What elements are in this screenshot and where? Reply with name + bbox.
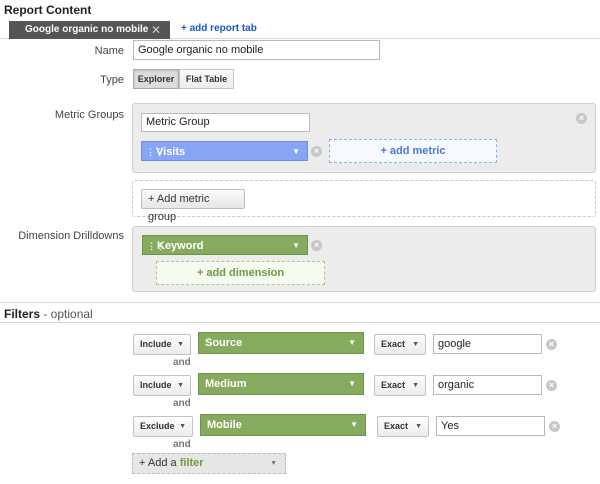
filters-optional-label: - optional (40, 307, 93, 321)
tab-active-report[interactable]: Google organic no mobile ✕ (9, 21, 170, 39)
filter-match-value: Exact (381, 380, 406, 390)
filter-match-value: Exact (384, 421, 409, 431)
name-label: Name (94, 45, 124, 57)
add-dimension-button[interactable]: + add dimension (156, 261, 325, 285)
tab-label: Google organic no mobile (25, 24, 149, 35)
section-title: Report Content (4, 3, 92, 17)
and-label: and (173, 398, 191, 409)
filter-dimension-dropdown[interactable]: Source ▼ (198, 332, 364, 354)
caret-down-icon: ▼ (350, 420, 358, 429)
name-field[interactable]: Google organic no mobile (133, 40, 380, 60)
filter-mode-value: Include (140, 339, 172, 349)
caret-down-icon: ▼ (415, 423, 422, 430)
caret-down-icon: ▼ (412, 341, 419, 348)
add-filter-dropdown[interactable]: + Add a filter ▼ (132, 453, 286, 474)
caret-down-icon: ▼ (179, 423, 186, 430)
dimension-panel: ⋮⋮Keyword ▼ × + add dimension (132, 226, 596, 292)
filter-dimension-value: Mobile (207, 419, 242, 431)
type-flat-table-button[interactable]: Flat Table (179, 69, 234, 89)
add-metric-button[interactable]: + add metric (329, 139, 497, 163)
remove-circle-icon[interactable]: × (549, 421, 560, 432)
type-explorer-button[interactable]: Explorer (133, 69, 179, 89)
caret-down-icon[interactable]: ▼ (292, 236, 300, 256)
filters-title: Filters - optional (4, 307, 93, 321)
filter-value-field[interactable]: Yes (436, 416, 545, 436)
metric-group-panel: Metric Group × ⋮⋮Visits ▼ × + add metric (132, 103, 596, 173)
caret-down-icon: ▼ (177, 382, 184, 389)
dimension-pill-label: Keyword (157, 240, 204, 252)
add-filter-word: filter (179, 457, 204, 469)
caret-down-icon[interactable]: ▼ (292, 142, 300, 162)
metric-pill-visits[interactable]: ⋮⋮Visits ▼ (141, 141, 308, 161)
filter-value-field[interactable]: google (433, 334, 542, 354)
add-metric-group-button[interactable]: + Add metric group (141, 189, 245, 223)
filter-value-field[interactable]: organic (433, 375, 542, 395)
filter-match-dropdown[interactable]: Exact ▼ (377, 416, 429, 437)
filter-mode-dropdown[interactable]: Include ▼ (133, 334, 191, 355)
filters-heading: Filters (4, 307, 41, 321)
drag-handle-icon[interactable]: ⋮⋮ (146, 142, 164, 162)
and-label: and (173, 357, 191, 368)
filter-dimension-dropdown[interactable]: Medium ▼ (198, 373, 364, 395)
divider (0, 302, 600, 303)
filter-mode-value: Include (140, 380, 172, 390)
filter-dimension-dropdown[interactable]: Mobile ▼ (200, 414, 366, 436)
filter-dimension-value: Source (205, 337, 243, 349)
remove-circle-icon[interactable]: × (546, 339, 557, 350)
caret-down-icon: ▼ (348, 338, 356, 347)
filter-match-dropdown[interactable]: Exact ▼ (374, 375, 426, 396)
add-metric-group-area: + Add metric group (132, 180, 596, 223)
drag-handle-icon[interactable]: ⋮⋮ (147, 236, 165, 256)
remove-circle-icon[interactable]: × (311, 146, 322, 157)
metric-group-name-field[interactable]: Metric Group (141, 113, 310, 132)
filter-dimension-value: Medium (205, 378, 247, 390)
remove-circle-icon[interactable]: × (576, 113, 587, 124)
filter-mode-dropdown[interactable]: Include ▼ (133, 375, 191, 396)
filter-match-value: Exact (381, 339, 406, 349)
divider (0, 322, 600, 323)
add-report-tab-link[interactable]: + add report tab (181, 23, 257, 34)
metric-groups-label: Metric Groups (54, 109, 124, 121)
caret-down-icon: ▼ (412, 382, 419, 389)
type-label: Type (100, 74, 124, 86)
filter-mode-dropdown[interactable]: Exclude ▼ (133, 416, 193, 437)
caret-down-icon: ▼ (270, 460, 277, 467)
close-icon[interactable]: ✕ (151, 21, 161, 39)
filter-match-dropdown[interactable]: Exact ▼ (374, 334, 426, 355)
dimension-pill-keyword[interactable]: ⋮⋮Keyword ▼ (142, 235, 308, 255)
caret-down-icon: ▼ (348, 379, 356, 388)
filter-mode-value: Exclude (140, 421, 175, 431)
dimension-drilldowns-label: Dimension Drilldowns (18, 230, 124, 242)
metric-pill-label: Visits (156, 146, 186, 158)
and-label: and (173, 439, 191, 450)
add-filter-prefix: + Add a (139, 457, 180, 469)
remove-circle-icon[interactable]: × (311, 240, 322, 251)
caret-down-icon: ▼ (177, 341, 184, 348)
remove-circle-icon[interactable]: × (546, 380, 557, 391)
